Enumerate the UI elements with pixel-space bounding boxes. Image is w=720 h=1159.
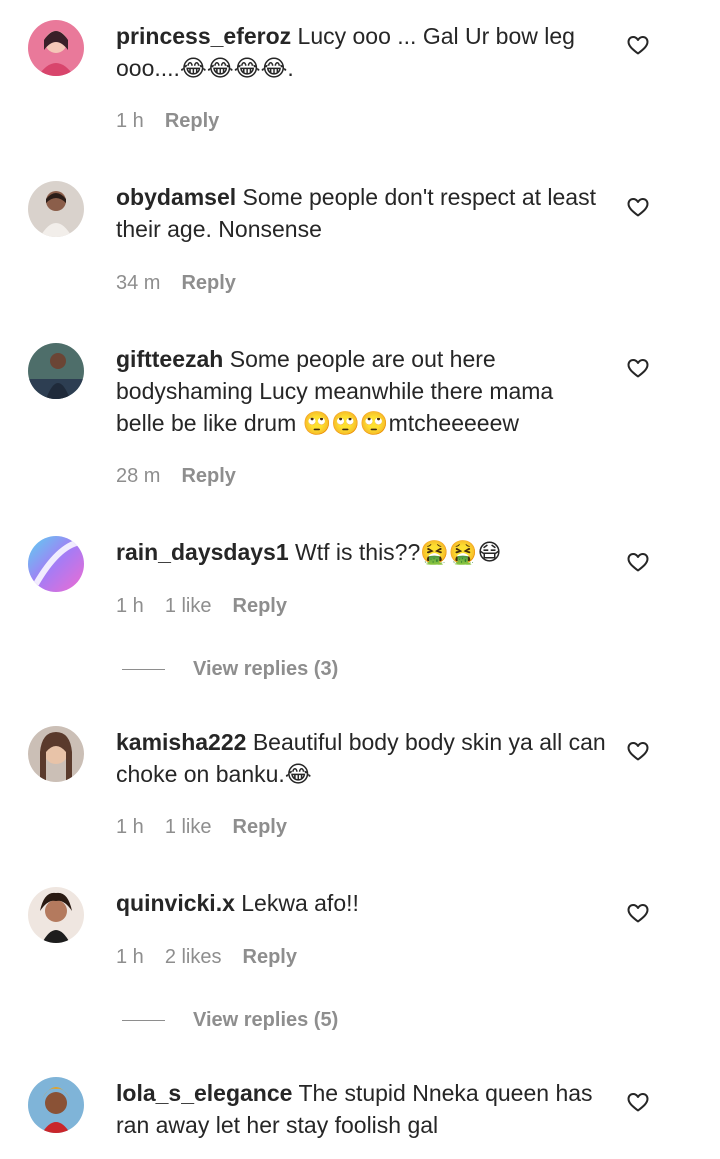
comment-meta: 1 h Reply: [116, 110, 219, 133]
heart-icon[interactable]: [626, 901, 650, 925]
like-count[interactable]: 1 like: [165, 816, 212, 839]
heart-icon[interactable]: [626, 550, 650, 574]
username[interactable]: lola_s_elegance: [116, 1080, 292, 1106]
timestamp: 1 h: [116, 816, 144, 838]
reply-button[interactable]: Reply: [243, 946, 297, 969]
username[interactable]: rain_daysdays1: [116, 539, 289, 565]
avatar[interactable]: [28, 726, 84, 782]
avatar[interactable]: [28, 887, 84, 943]
timestamp: 28 m: [116, 465, 161, 487]
divider-line: [122, 1020, 165, 1021]
username[interactable]: quinvicki.x: [116, 890, 235, 916]
like-count[interactable]: 2 likes: [165, 946, 222, 969]
comment-body: Lekwa afo!!: [241, 890, 359, 916]
view-replies-label: View replies (3): [193, 658, 339, 680]
avatar[interactable]: [28, 1077, 84, 1133]
heart-icon[interactable]: [626, 195, 650, 219]
reply-button[interactable]: Reply: [165, 110, 219, 133]
like-count[interactable]: 1 like: [165, 595, 212, 618]
timestamp: 1 h: [116, 595, 144, 617]
reply-button[interactable]: Reply: [233, 595, 287, 618]
avatar[interactable]: [28, 536, 84, 592]
heart-icon[interactable]: [626, 356, 650, 380]
comment-meta: 1 h 1 like Reply: [116, 816, 287, 839]
username[interactable]: obydamsel: [116, 184, 236, 210]
comment-meta: 34 m Reply: [116, 272, 236, 295]
comment-meta: 1 h 1 like Reply: [116, 595, 287, 618]
view-replies-button[interactable]: View replies (5): [122, 1009, 338, 1032]
avatar[interactable]: [28, 20, 84, 76]
view-replies-label: View replies (5): [193, 1009, 339, 1031]
comment-meta: 28 m Reply: [116, 465, 236, 488]
username[interactable]: princess_eferoz: [116, 23, 291, 49]
heart-icon[interactable]: [626, 33, 650, 57]
comment-meta: 1 h 2 likes Reply: [116, 946, 297, 969]
timestamp: 1 h: [116, 946, 144, 968]
divider-line: [122, 669, 165, 670]
comment-text: quinvicki.x Lekwa afo!!: [116, 887, 606, 919]
comment-text: princess_eferoz Lucy ooo ... Gal Ur bow …: [116, 20, 606, 84]
username[interactable]: kamisha222: [116, 729, 246, 755]
avatar[interactable]: [28, 181, 84, 237]
username[interactable]: giftteezah: [116, 346, 223, 372]
heart-icon[interactable]: [626, 1090, 650, 1114]
heart-icon[interactable]: [626, 739, 650, 763]
reply-button[interactable]: Reply: [181, 272, 235, 295]
view-replies-button[interactable]: View replies (3): [122, 658, 338, 681]
comment-text: obydamsel Some people don't respect at l…: [116, 181, 606, 245]
timestamp: 34 m: [116, 272, 161, 294]
reply-button[interactable]: Reply: [233, 816, 287, 839]
comment-text: rain_daysdays1 Wtf is this??🤮🤮😷: [116, 536, 606, 568]
reply-button[interactable]: Reply: [181, 465, 235, 488]
avatar[interactable]: [28, 343, 84, 399]
comment-text: lola_s_elegance The stupid Nneka queen h…: [116, 1077, 606, 1141]
comment-text: kamisha222 Beautiful body body skin ya a…: [116, 726, 606, 790]
comment-text: giftteezah Some people are out here body…: [116, 343, 606, 439]
timestamp: 1 h: [116, 110, 144, 132]
comment-body: Wtf is this??🤮🤮😷: [295, 539, 502, 565]
